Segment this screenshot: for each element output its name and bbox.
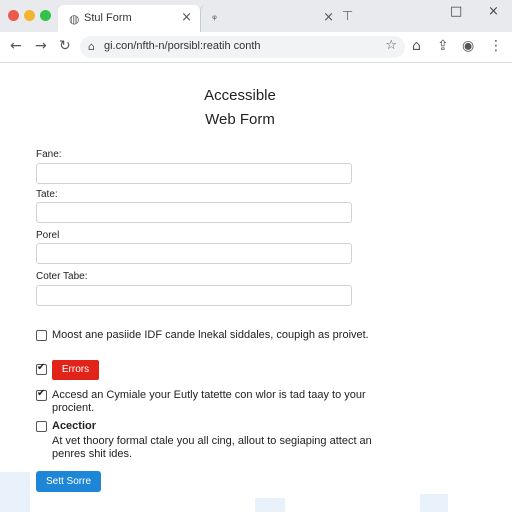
profile-icon[interactable]: ◉ bbox=[462, 38, 474, 54]
browser-toolbar: ← → ↻ ⌂ gi.con/nfth-n/porsibl:reatih con… bbox=[0, 32, 512, 63]
checkbox-2[interactable]: ✔ bbox=[36, 362, 47, 375]
field-label-porel: Porel bbox=[36, 230, 60, 241]
checkbox-1-label: Moost ane pasiide IDF cande lnekal sidda… bbox=[52, 329, 369, 341]
tab-title: Stul Form bbox=[84, 12, 132, 24]
bookmark-star-icon[interactable]: ☆ bbox=[385, 38, 397, 53]
tate-input[interactable] bbox=[36, 202, 352, 223]
checkmark-icon: ✔ bbox=[37, 362, 46, 373]
window-close-icon[interactable]: × bbox=[488, 4, 499, 19]
coter-tabe-input[interactable] bbox=[36, 285, 352, 306]
tab-inactive[interactable]: ᵠ × bbox=[200, 5, 342, 32]
new-tab-icon[interactable]: ⊤ bbox=[342, 9, 353, 24]
checkbox-3[interactable]: ✔ bbox=[36, 388, 47, 401]
bottom-decoration bbox=[0, 472, 30, 512]
checkbox-4[interactable] bbox=[36, 421, 47, 432]
minimize-window-dot[interactable] bbox=[24, 10, 35, 21]
tab-active[interactable]: ◍ Stul Form × bbox=[58, 5, 200, 32]
url-text[interactable]: gi.con/nfth-n/porsibl:reatih conth bbox=[104, 40, 261, 52]
browser-tab-bar: ◍ Stul Form × ᵠ × ⊤ □ × bbox=[0, 0, 512, 32]
maximize-window-dot[interactable] bbox=[40, 10, 51, 21]
page-title-line2: Web Form bbox=[205, 111, 275, 128]
submit-button[interactable]: Sett Sorre bbox=[36, 471, 101, 492]
address-bar[interactable]: ⌂ gi.con/nfth-n/porsibl:reatih conth ☆ bbox=[80, 36, 405, 58]
tab-close-icon[interactable]: × bbox=[323, 10, 334, 25]
tab-favicon-icon: ᵠ bbox=[212, 12, 217, 26]
back-arrow-icon[interactable]: ← bbox=[10, 38, 22, 54]
reload-icon[interactable]: ↻ bbox=[59, 38, 71, 54]
tab-close-icon[interactable]: × bbox=[181, 10, 192, 25]
checkmark-icon: ✔ bbox=[37, 388, 46, 399]
errors-button[interactable]: Errors bbox=[52, 360, 99, 380]
extension-icon[interactable]: ⌂ bbox=[412, 38, 421, 54]
checkbox-4-title: Acectior bbox=[52, 420, 97, 432]
checkbox-4-description: At vet thoory formal ctale you all cing,… bbox=[52, 435, 372, 460]
field-label-tate: Tate: bbox=[36, 189, 58, 200]
restore-icon[interactable]: □ bbox=[450, 4, 462, 19]
checkbox-3-label: Accesd an Cymiale your Eutly tatette con… bbox=[52, 389, 366, 414]
share-icon[interactable]: ⇪ bbox=[437, 38, 449, 54]
close-window-dot[interactable] bbox=[8, 10, 19, 21]
bottom-decoration bbox=[255, 498, 285, 512]
porel-input[interactable] bbox=[36, 243, 352, 264]
menu-kebab-icon[interactable]: ⋮ bbox=[489, 38, 503, 54]
field-label-fane: Fane: bbox=[36, 149, 62, 160]
page-icon: ◍ bbox=[69, 12, 80, 26]
bottom-decoration bbox=[420, 494, 448, 512]
field-label-coter-tabe: Coter Tabe: bbox=[36, 271, 88, 282]
fane-input[interactable] bbox=[36, 163, 352, 184]
page-title-line1: Accessible bbox=[204, 87, 276, 104]
lock-icon: ⌂ bbox=[88, 40, 95, 53]
checkbox-1[interactable] bbox=[36, 330, 47, 341]
forward-arrow-icon[interactable]: → bbox=[35, 38, 47, 54]
